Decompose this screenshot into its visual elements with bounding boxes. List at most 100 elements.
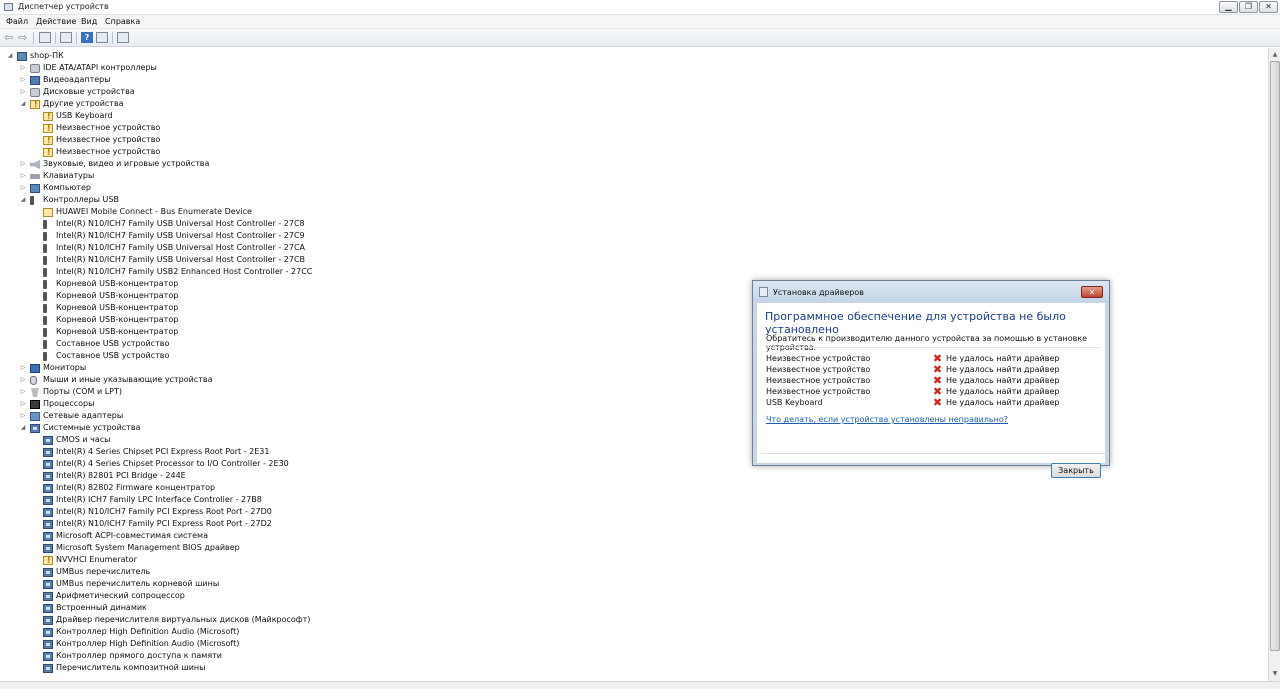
tree-item-label: Контроллер прямого доступа к памяти (56, 651, 223, 660)
tree-item-label: Сетевые адаптеры (43, 411, 124, 420)
dialog-subtitle: Обратитесь к производителю данного устро… (766, 334, 1088, 352)
tree-item-label: Microsoft System Management BIOS драйвер (56, 543, 240, 552)
video-device-icon (30, 76, 40, 85)
expand-icon[interactable]: ▷ (19, 74, 27, 86)
tree-category[interactable]: ▷ Звуковые, видео и игровые устройства (0, 158, 1260, 170)
scroll-down-icon[interactable]: ▼ (1270, 669, 1280, 679)
expand-icon[interactable]: ▷ (19, 158, 27, 170)
tree-device[interactable]: Контроллер High Definition Audio (Micros… (0, 638, 1260, 650)
tree-device[interactable]: UMBus перечислитель корневой шины (0, 578, 1260, 590)
dialog-close-button[interactable]: ✕ (1081, 286, 1103, 298)
unknown-device-icon (30, 99, 40, 111)
tree-device[interactable]: USB Keyboard (0, 110, 1260, 123)
tree-device[interactable]: Intel(R) N10/ICH7 Family USB Universal H… (0, 230, 1260, 242)
tree-category[interactable]: ▷ Компьютер (0, 182, 1260, 194)
tree-device[interactable]: Неизвестное устройство (0, 134, 1260, 147)
window-title: Диспетчер устройств (18, 2, 109, 11)
tree-device[interactable]: Неизвестное устройство (0, 122, 1260, 135)
tree-device[interactable]: Перечислитель композитной шины (0, 662, 1260, 674)
expand-icon[interactable]: ▷ (19, 182, 27, 194)
tree-item-label: USB Keyboard (56, 111, 113, 120)
forward-arrow-icon[interactable]: ⇨ (18, 32, 30, 43)
help-link[interactable]: Что делать, если устройства установлены … (766, 415, 1008, 424)
expand-icon[interactable]: ▷ (19, 386, 27, 398)
menu-view[interactable]: Вид (81, 17, 97, 26)
device-status: Не удалось найти драйвер (946, 398, 1060, 407)
tree-device[interactable]: Intel(R) N10/ICH7 Family USB2 Enhanced H… (0, 266, 1260, 278)
minimize-button[interactable]: ▁ (1219, 1, 1238, 13)
tree-view-icon[interactable] (60, 32, 72, 43)
back-arrow-icon[interactable]: ⇦ (4, 32, 16, 43)
tree-root[interactable]: ◢ shop-ПК (0, 50, 1260, 62)
tree-device[interactable]: Intel(R) 82802 Firmware концентратор (0, 482, 1260, 494)
tree-device[interactable]: Intel(R) N10/ICH7 Family USB Universal H… (0, 242, 1260, 254)
tree-device[interactable]: Intel(R) N10/ICH7 Family USB Universal H… (0, 254, 1260, 266)
close-window-button[interactable]: ✕ (1259, 1, 1278, 13)
tree-device[interactable]: Встроенный динамик (0, 602, 1260, 614)
tree-item-label: Видеоадаптеры (43, 75, 111, 84)
collapse-icon[interactable]: ◢ (6, 50, 14, 62)
unknown-device-icon (43, 555, 53, 567)
tree-scrollbar[interactable]: ▲ ▼ (1268, 48, 1280, 681)
tree-device[interactable]: Арифметический сопроцессор (0, 590, 1260, 602)
tree-device[interactable]: UMBus перечислитель (0, 566, 1260, 578)
scroll-up-icon[interactable]: ▲ (1270, 50, 1280, 60)
properties-icon[interactable] (39, 32, 51, 43)
help-icon[interactable]: ? (81, 32, 93, 43)
tree-device[interactable]: Контроллер High Definition Audio (Micros… (0, 626, 1260, 638)
tree-category[interactable]: ◢ Контроллеры USB (0, 194, 1260, 206)
collapse-icon[interactable]: ◢ (19, 98, 27, 110)
dialog-body: Программное обеспечение для устройства н… (757, 303, 1109, 478)
error-icon: ✖ (932, 396, 943, 409)
expand-icon[interactable]: ▷ (19, 86, 27, 98)
usb-device-icon (30, 196, 34, 205)
tree-item-label: Другие устройства (43, 99, 124, 108)
tree-device[interactable]: Контроллер прямого доступа к памяти (0, 650, 1260, 662)
tree-device[interactable]: NVVHCI Enumerator (0, 554, 1260, 567)
unknown-device-icon (43, 147, 53, 159)
tree-device[interactable]: Драйвер перечислителя виртуальных дисков… (0, 614, 1260, 626)
tree-device[interactable]: Microsoft System Management BIOS драйвер (0, 542, 1260, 554)
expand-icon[interactable]: ▷ (19, 410, 27, 422)
tree-item-label: UMBus перечислитель корневой шины (56, 579, 220, 588)
tree-device[interactable]: Microsoft ACPI-совместимая система (0, 530, 1260, 542)
net-device-icon (30, 412, 40, 421)
device-status: Не удалось найти драйвер (946, 354, 1060, 363)
tree-item-label: Intel(R) N10/ICH7 Family USB Universal H… (56, 243, 306, 252)
scan-hardware-icon[interactable] (117, 32, 129, 43)
expand-icon[interactable]: ▷ (19, 398, 27, 410)
tree-category[interactable]: ◢ Другие устройства (0, 98, 1260, 111)
menu-help[interactable]: Справка (105, 17, 140, 26)
disk-device-icon (30, 64, 40, 73)
expand-icon[interactable]: ▷ (19, 374, 27, 386)
scroll-thumb[interactable] (1270, 61, 1280, 651)
tree-category[interactable]: ▷ IDE ATA/ATAPI контроллеры (0, 62, 1260, 74)
collapse-icon[interactable]: ◢ (19, 422, 27, 434)
cpu-device-icon (30, 400, 40, 409)
collapse-icon[interactable]: ◢ (19, 194, 27, 206)
maximize-button[interactable]: ❐ (1239, 1, 1258, 13)
expand-icon[interactable]: ▷ (19, 170, 27, 182)
menu-action[interactable]: Действие (36, 17, 76, 26)
tree-item-label: Мониторы (43, 363, 87, 372)
driver-install-dialog: Установка драйверов ✕ Программное обеспе… (752, 280, 1110, 478)
tree-device[interactable]: Intel(R) N10/ICH7 Family PCI Express Roo… (0, 506, 1260, 518)
expand-icon[interactable]: ▷ (19, 362, 27, 374)
tree-category[interactable]: ▷ Клавиатуры (0, 170, 1260, 182)
close-button[interactable]: Закрыть (1051, 463, 1101, 478)
tree-category[interactable]: ▷ Видеоадаптеры (0, 74, 1260, 86)
tree-category[interactable]: ▷ Дисковые устройства (0, 86, 1260, 98)
tree-device[interactable]: Intel(R) N10/ICH7 Family USB Universal H… (0, 218, 1260, 230)
sys-device-icon (43, 580, 53, 589)
show-hidden-icon[interactable] (96, 32, 108, 43)
tree-item-label: Intel(R) ICH7 Family LPC Interface Contr… (56, 495, 262, 504)
tree-item-label: Звуковые, видео и игровые устройства (43, 159, 210, 168)
tree-device[interactable]: Intel(R) N10/ICH7 Family PCI Express Roo… (0, 518, 1260, 530)
tree-device[interactable]: Неизвестное устройство (0, 146, 1260, 159)
tree-device[interactable]: Intel(R) ICH7 Family LPC Interface Contr… (0, 494, 1260, 506)
expand-icon[interactable]: ▷ (19, 62, 27, 74)
menu-file[interactable]: Файл (6, 17, 28, 26)
tree-item-label: Арифметический сопроцессор (56, 591, 185, 600)
tree-device[interactable]: HUAWEI Mobile Connect - Bus Enumerate De… (0, 206, 1260, 218)
mouse-device-icon (30, 376, 37, 385)
